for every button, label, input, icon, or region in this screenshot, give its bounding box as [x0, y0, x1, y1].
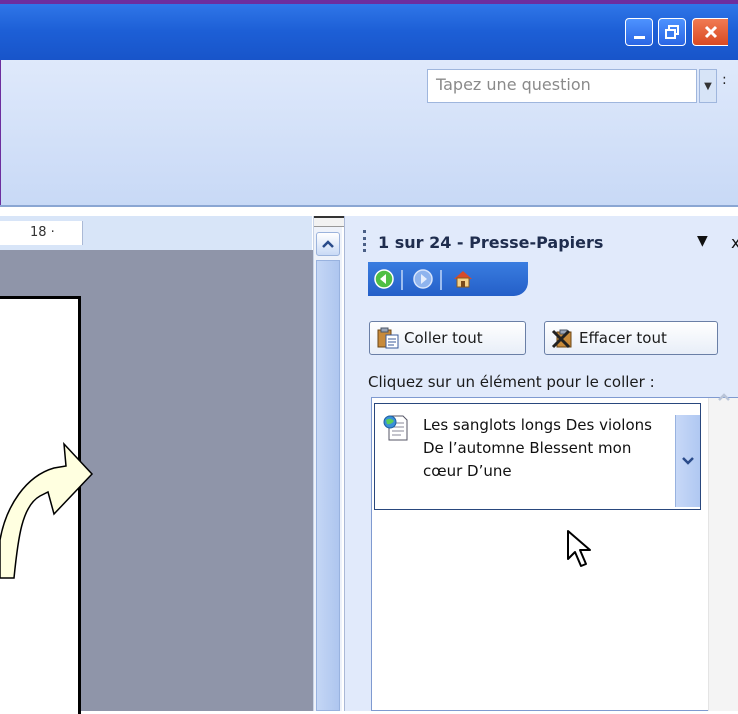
pane-grip-handle[interactable]: [363, 230, 369, 252]
toolbar-divider: [0, 205, 738, 207]
paste-all-button[interactable]: Coller tout: [369, 321, 526, 355]
scroll-thumb[interactable]: [316, 260, 340, 711]
chevron-down-icon: [682, 457, 694, 465]
document-item-icon: [383, 415, 408, 441]
back-icon: [374, 269, 394, 289]
question-dropdown-button[interactable]: ▼: [699, 69, 717, 103]
question-input[interactable]: Tapez une question: [427, 69, 697, 103]
list-scrollbar[interactable]: [708, 398, 738, 711]
pane-instruction: Cliquez sur un élément pour le coller :: [368, 373, 655, 391]
nav-separator: [401, 270, 403, 290]
item-dropdown-button[interactable]: [675, 415, 700, 507]
mouse-pointer-icon: [567, 530, 591, 567]
minimize-button[interactable]: [625, 18, 653, 46]
title-bar: [0, 0, 738, 64]
pane-close-button[interactable]: x: [731, 233, 738, 252]
nav-separator: [440, 270, 442, 290]
restore-button[interactable]: [658, 18, 686, 46]
list-scroll-up-button[interactable]: [710, 385, 738, 409]
forward-icon: [413, 269, 433, 289]
chevron-up-icon: [718, 393, 730, 401]
minimize-icon: [633, 35, 645, 39]
scroll-up-button[interactable]: [316, 232, 340, 256]
home-icon: [454, 271, 472, 288]
clear-all-label: Effacer tout: [579, 329, 667, 347]
chevron-down-icon: ▼: [704, 81, 712, 92]
ruler-mark: 18 ·: [30, 225, 55, 240]
clipboard-item-text: Les sanglots longs Des violons De l’auto…: [423, 416, 652, 480]
pane-title: 1 sur 24 - Presse-Papiers: [378, 233, 604, 252]
home-button[interactable]: [452, 268, 474, 290]
split-handle[interactable]: [314, 216, 344, 227]
clear-all-button[interactable]: Effacer tout: [544, 321, 718, 355]
curved-arrow-shape[interactable]: [0, 410, 100, 590]
close-icon: [704, 25, 717, 39]
pane-menu-button[interactable]: ▼: [697, 233, 708, 249]
forward-button[interactable]: [412, 268, 434, 290]
close-button[interactable]: [692, 18, 728, 46]
paste-all-label: Coller tout: [404, 329, 483, 347]
chevron-up-icon: [322, 240, 334, 248]
restore-icon: [665, 25, 679, 39]
paste-icon: [377, 327, 399, 349]
clear-icon: [551, 329, 572, 349]
back-button[interactable]: [373, 268, 395, 290]
toolbar-extra: :: [722, 72, 727, 88]
